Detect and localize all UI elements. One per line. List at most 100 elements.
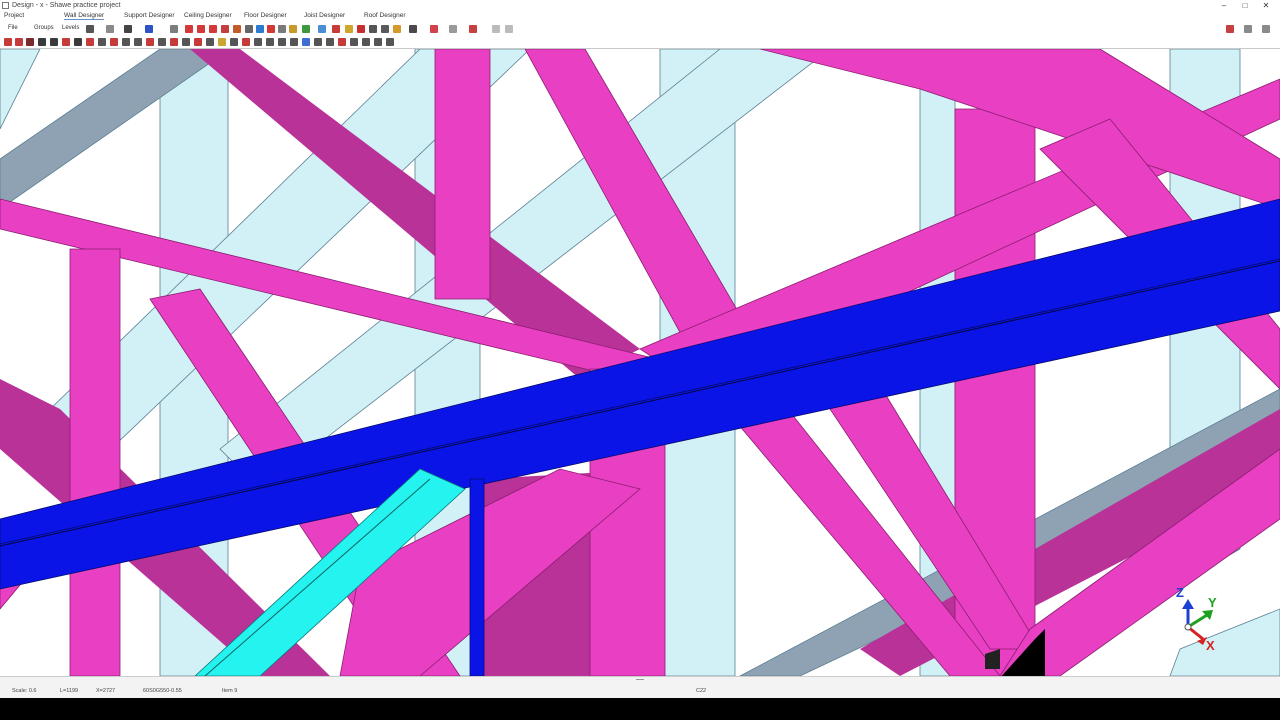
copy-icon[interactable] bbox=[492, 25, 500, 33]
window-layout-icon[interactable] bbox=[1244, 25, 1252, 33]
lock-icon[interactable] bbox=[393, 25, 401, 33]
tools-icon[interactable] bbox=[409, 25, 417, 33]
groups-menu[interactable]: Groups bbox=[34, 25, 54, 31]
pan-icon[interactable] bbox=[290, 38, 298, 46]
filter-icon[interactable] bbox=[449, 25, 457, 33]
tab-joist-designer[interactable]: Joist Designer bbox=[304, 12, 345, 19]
front-view-icon[interactable] bbox=[314, 38, 322, 46]
delete-icon[interactable] bbox=[221, 25, 229, 33]
save-icon[interactable] bbox=[256, 25, 264, 33]
tab-ceiling-designer[interactable]: Ceiling Designer bbox=[184, 12, 232, 19]
draw-line-icon[interactable] bbox=[4, 38, 12, 46]
stop-icon[interactable] bbox=[357, 25, 365, 33]
frame-icon[interactable] bbox=[267, 25, 275, 33]
section-icon[interactable] bbox=[145, 25, 153, 33]
redo-icon[interactable] bbox=[197, 25, 205, 33]
pointer-icon[interactable] bbox=[170, 25, 178, 33]
hide-icon[interactable] bbox=[362, 38, 370, 46]
app-icon bbox=[2, 2, 9, 9]
split-icon[interactable] bbox=[110, 38, 118, 46]
designer-tab-bar: Project Wall Designer Support Designer C… bbox=[0, 11, 1280, 22]
status-scale: Scale: 0.6 bbox=[12, 688, 37, 694]
show-icon[interactable] bbox=[374, 38, 382, 46]
status-bar: Scale: 0.6 L=1199 X=2727 60S0G550-0.55 I… bbox=[0, 676, 1280, 699]
status-section: 60S0G550-0.55 bbox=[143, 688, 182, 694]
cut-icon[interactable] bbox=[245, 25, 253, 33]
vertical-stud[interactable] bbox=[434, 49, 491, 300]
opening-icon[interactable] bbox=[62, 38, 70, 46]
nog-icon[interactable] bbox=[98, 38, 106, 46]
wire-icon[interactable] bbox=[230, 38, 238, 46]
menu-project[interactable]: Project bbox=[4, 12, 24, 19]
zoom-in-icon[interactable] bbox=[254, 38, 262, 46]
paste-icon[interactable] bbox=[505, 25, 513, 33]
render-icon[interactable] bbox=[242, 38, 250, 46]
draw-arc-icon[interactable] bbox=[15, 38, 23, 46]
window-title: Design - x - Shawe practice project bbox=[12, 2, 121, 9]
minimize-button[interactable]: – bbox=[1214, 0, 1234, 11]
alert-icon[interactable] bbox=[430, 25, 438, 33]
dimension-icon[interactable] bbox=[381, 25, 389, 33]
trim-icon[interactable] bbox=[146, 38, 154, 46]
view-icon[interactable] bbox=[302, 25, 310, 33]
measure-icon[interactable] bbox=[278, 25, 286, 33]
light-icon[interactable] bbox=[218, 38, 226, 46]
3d-model-scene[interactable]: Z Y X bbox=[0, 49, 1280, 676]
calendar-icon[interactable] bbox=[469, 25, 477, 33]
extend-icon[interactable] bbox=[134, 38, 142, 46]
panel-icon[interactable] bbox=[1262, 25, 1270, 33]
orbit-icon[interactable] bbox=[302, 38, 310, 46]
mirror-icon[interactable] bbox=[158, 38, 166, 46]
move-icon[interactable] bbox=[233, 25, 241, 33]
maximize-button[interactable]: □ bbox=[1235, 0, 1255, 11]
grid-icon[interactable] bbox=[106, 25, 114, 33]
export-icon[interactable] bbox=[386, 38, 394, 46]
column-icon[interactable] bbox=[50, 38, 58, 46]
side-view-icon[interactable] bbox=[326, 38, 334, 46]
refresh-icon[interactable] bbox=[332, 25, 340, 33]
print-icon[interactable] bbox=[86, 25, 94, 33]
text-icon[interactable] bbox=[369, 25, 377, 33]
scale-icon[interactable] bbox=[194, 38, 202, 46]
tab-support-designer[interactable]: Support Designer bbox=[124, 12, 175, 19]
stud-icon[interactable] bbox=[26, 38, 34, 46]
settings-icon[interactable] bbox=[1226, 25, 1234, 33]
highlight-icon[interactable] bbox=[345, 25, 353, 33]
z-axis-label: Z bbox=[1176, 585, 1184, 600]
status-x-coordinate: X=2727 bbox=[96, 688, 116, 694]
top-view-icon[interactable] bbox=[338, 38, 346, 46]
close-button[interactable]: ✕ bbox=[1256, 0, 1276, 11]
tab-roof-designer[interactable]: Roof Designer bbox=[364, 12, 406, 19]
undo-icon[interactable] bbox=[185, 25, 193, 33]
blue-post[interactable] bbox=[469, 478, 485, 676]
resize-grip[interactable] bbox=[636, 679, 644, 680]
tab-floor-designer[interactable]: Floor Designer bbox=[244, 12, 287, 19]
snap-icon[interactable] bbox=[206, 38, 214, 46]
rotate-icon[interactable] bbox=[209, 25, 217, 33]
bottom-letterbox bbox=[0, 698, 1280, 720]
offset-icon[interactable] bbox=[170, 38, 178, 46]
folder-icon[interactable] bbox=[289, 25, 297, 33]
drawing-toolbar bbox=[0, 36, 1280, 49]
levels-menu[interactable]: Levels bbox=[62, 25, 79, 31]
globe-icon[interactable] bbox=[318, 25, 326, 33]
zoom-extents-icon[interactable] bbox=[278, 38, 286, 46]
background-brace[interactable] bbox=[0, 49, 41, 130]
file-menu[interactable]: File bbox=[8, 25, 18, 31]
zoom-out-icon[interactable] bbox=[266, 38, 274, 46]
brace-icon[interactable] bbox=[86, 38, 94, 46]
3d-viewport[interactable]: Z Y X bbox=[0, 49, 1280, 676]
x-axis-label: X bbox=[1206, 638, 1215, 653]
status-length: L=1199 bbox=[60, 688, 79, 694]
vertical-stud[interactable] bbox=[69, 248, 121, 676]
iso-view-icon[interactable] bbox=[350, 38, 358, 46]
status-item: Item 9 bbox=[222, 688, 238, 694]
join-icon[interactable] bbox=[122, 38, 130, 46]
title-bar: Design - x - Shawe practice project – □ … bbox=[0, 0, 1280, 11]
tab-wall-designer[interactable]: Wall Designer bbox=[64, 12, 105, 20]
layers-icon[interactable] bbox=[124, 25, 132, 33]
array-icon[interactable] bbox=[182, 38, 190, 46]
header-icon[interactable] bbox=[74, 38, 82, 46]
track-icon[interactable] bbox=[38, 38, 46, 46]
main-toolbar: File Groups Levels bbox=[0, 22, 1280, 36]
